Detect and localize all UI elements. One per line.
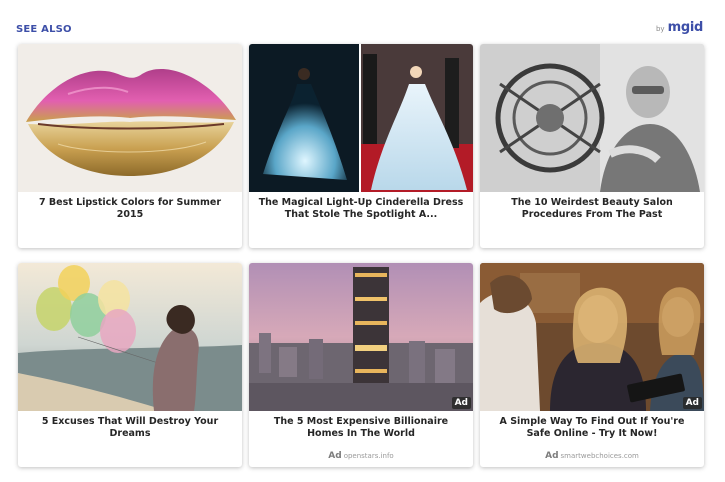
by-label: by: [655, 25, 665, 33]
article-card-lipstick[interactable]: 7 Best Lipstick Colors for Summer 2015: [18, 44, 242, 248]
source-domain: openstars.info: [343, 452, 394, 460]
widget-header: SEE ALSO by mgid: [16, 20, 703, 40]
ad-badge: Ad: [451, 397, 471, 409]
card-title[interactable]: 5 Excuses That Will Destroy Your Dreams: [26, 416, 234, 440]
ad-card-billionaire-homes[interactable]: Ad The 5 Most Expensive Billionaire Home…: [249, 263, 473, 467]
mgid-brand: mgid: [667, 20, 704, 35]
dress-image[interactable]: [249, 44, 473, 192]
beauty-machine-image[interactable]: [480, 44, 704, 192]
ad-source[interactable]: Ad openstars.info: [249, 451, 473, 461]
balloons-image[interactable]: [18, 263, 242, 411]
article-card-excuses[interactable]: 5 Excuses That Will Destroy Your Dreams: [18, 263, 242, 467]
card-title[interactable]: The Magical Light-Up Cinderella Dress Th…: [257, 197, 465, 221]
card-title[interactable]: 7 Best Lipstick Colors for Summer 2015: [26, 197, 234, 221]
card-title[interactable]: The 5 Most Expensive Billionaire Homes I…: [257, 416, 465, 440]
women-tablet-image[interactable]: Ad: [480, 263, 704, 411]
ad-card-online-safety[interactable]: Ad A Simple Way To Find Out If You're Sa…: [480, 263, 704, 467]
card-title[interactable]: The 10 Weirdest Beauty Salon Procedures …: [488, 197, 696, 221]
city-tower-image[interactable]: Ad: [249, 263, 473, 411]
mgid-logo[interactable]: by mgid: [656, 20, 703, 35]
ad-label: Ad: [545, 451, 559, 461]
ad-label: Ad: [328, 451, 342, 461]
ad-badge: Ad: [682, 397, 702, 409]
article-card-cinderella-dress[interactable]: The Magical Light-Up Cinderella Dress Th…: [249, 44, 473, 248]
card-title[interactable]: A Simple Way To Find Out If You're Safe …: [488, 416, 696, 440]
article-card-weird-beauty[interactable]: The 10 Weirdest Beauty Salon Procedures …: [480, 44, 704, 248]
lipstick-image[interactable]: [18, 44, 242, 192]
ad-source[interactable]: Ad smartwebchoices.com: [480, 451, 704, 461]
see-also-heading: SEE ALSO: [16, 24, 72, 35]
source-domain: smartwebchoices.com: [560, 452, 639, 460]
